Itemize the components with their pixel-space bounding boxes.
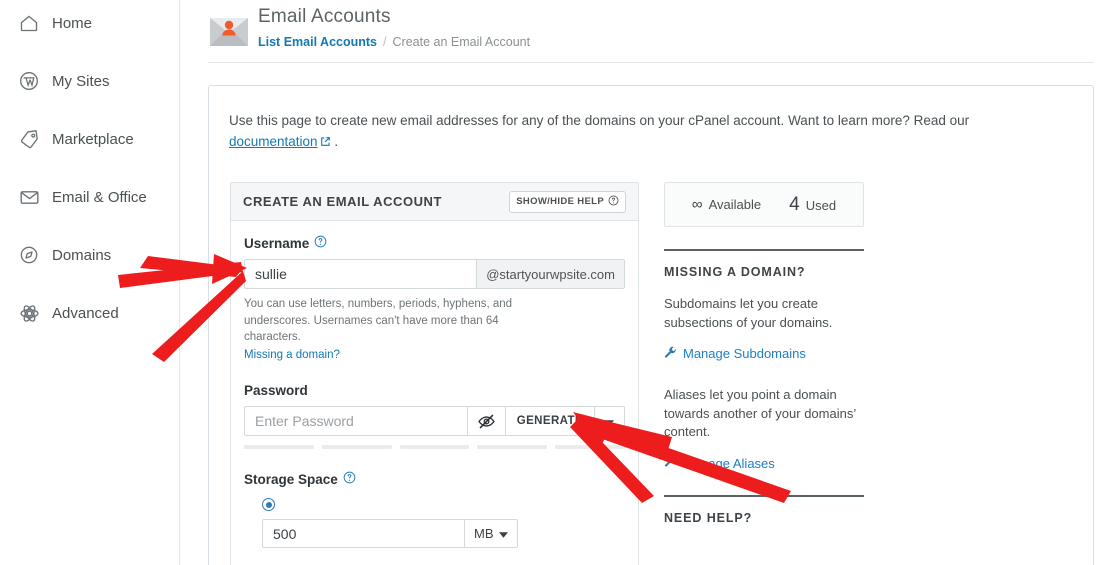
sidebar-item-label: Domains bbox=[52, 246, 112, 264]
storage-space-label-text: Storage Space bbox=[244, 471, 338, 487]
sidebar: Home My Sites Marketplace Email & Office… bbox=[0, 0, 180, 565]
page-header: Email Accounts List Email Accounts / Cre… bbox=[208, 6, 1094, 62]
manage-aliases-link[interactable]: Manage Aliases bbox=[664, 455, 1074, 471]
home-icon bbox=[18, 12, 40, 34]
email-account-icon bbox=[208, 12, 250, 50]
username-input[interactable] bbox=[244, 259, 477, 289]
documentation-link[interactable]: documentation bbox=[229, 134, 318, 149]
show-hide-help-button[interactable]: SHOW/HIDE HELP bbox=[509, 190, 626, 213]
rail-divider bbox=[664, 495, 864, 498]
storage-unit-value: MB bbox=[474, 526, 494, 542]
username-help-text: You can use letters, numbers, periods, h… bbox=[244, 298, 513, 344]
sidebar-item-label: Email & Office bbox=[52, 188, 147, 206]
breadcrumb: List Email Accounts / Create an Email Ac… bbox=[258, 35, 530, 49]
storage-space-field-group: Storage Space 500 MB bbox=[244, 471, 625, 565]
used-accounts: 4 Used bbox=[789, 194, 836, 216]
username-field-group: Username @startyourwpsite.com bbox=[244, 235, 625, 361]
create-email-account-panel: CREATE AN EMAIL ACCOUNT SHOW/HIDE HELP U… bbox=[230, 182, 639, 565]
breadcrumb-current: Create an Email Account bbox=[392, 35, 531, 49]
generate-options-dropdown-button[interactable] bbox=[595, 406, 625, 437]
strength-segment bbox=[477, 445, 548, 450]
envelope-icon bbox=[18, 186, 40, 208]
username-label-text: Username bbox=[244, 235, 310, 251]
infinity-icon: ∞ bbox=[691, 196, 703, 213]
caret-down-icon bbox=[605, 414, 614, 429]
rail-divider bbox=[664, 249, 864, 251]
strength-segment bbox=[399, 445, 470, 450]
available-accounts: ∞ Available bbox=[692, 196, 761, 213]
storage-unit-select[interactable]: MB bbox=[464, 519, 518, 549]
question-circle-icon[interactable] bbox=[314, 235, 327, 251]
password-field-group: Password GENERATE bbox=[244, 383, 625, 450]
domain-suffix-addon: @startyourwpsite.com bbox=[476, 259, 625, 289]
storage-space-label: Storage Space bbox=[244, 471, 625, 487]
sidebar-item-label: Home bbox=[52, 14, 93, 32]
storage-quota-radio[interactable] bbox=[262, 498, 275, 512]
sidebar-item-my-sites[interactable]: My Sites bbox=[0, 66, 179, 96]
question-circle-icon[interactable] bbox=[343, 471, 356, 487]
panel-body: Username @startyourwpsite.com bbox=[231, 221, 638, 565]
caret-down-icon bbox=[498, 526, 508, 541]
used-count: 4 bbox=[789, 193, 800, 215]
subdomain-description: Subdomains let you create subsections of… bbox=[664, 296, 833, 330]
intro-paragraph: Use this page to create new email addres… bbox=[229, 111, 999, 154]
available-label: Available bbox=[708, 197, 762, 212]
wrench-icon bbox=[664, 455, 677, 471]
intro-text-after: . bbox=[330, 133, 339, 149]
sidebar-item-advanced[interactable]: Advanced bbox=[0, 298, 179, 328]
sidebar-item-label: Advanced bbox=[52, 304, 119, 322]
missing-a-domain-link[interactable]: Missing a domain? bbox=[244, 349, 625, 361]
account-usage-box: ∞ Available 4 Used bbox=[664, 182, 864, 227]
question-circle-icon bbox=[608, 195, 619, 209]
side-rail: ∞ Available 4 Used MISSING A DOMAIN? Sub… bbox=[664, 182, 1074, 525]
wordpress-icon bbox=[18, 70, 40, 92]
wrench-icon bbox=[664, 346, 677, 362]
sidebar-item-label: Marketplace bbox=[52, 130, 134, 148]
strength-segment bbox=[244, 445, 314, 450]
manage-subdomains-label: Manage Subdomains bbox=[683, 346, 806, 362]
generate-password-button[interactable]: GENERATE bbox=[505, 406, 595, 437]
sidebar-item-email-office[interactable]: Email & Office bbox=[0, 182, 179, 212]
panel-title: CREATE AN EMAIL ACCOUNT bbox=[243, 194, 442, 209]
atom-icon bbox=[18, 302, 40, 324]
strength-segment bbox=[555, 445, 625, 450]
password-input-group: GENERATE bbox=[244, 406, 625, 437]
app-root: Home My Sites Marketplace Email & Office… bbox=[0, 0, 1114, 565]
sidebar-item-domains[interactable]: Domains bbox=[0, 240, 179, 270]
external-link-icon bbox=[320, 133, 331, 154]
alias-description: Aliases let you point a domain towards a… bbox=[664, 386, 856, 440]
username-input-group: @startyourwpsite.com bbox=[244, 259, 625, 289]
password-input[interactable] bbox=[244, 406, 468, 437]
password-strength-meter bbox=[244, 445, 625, 450]
storage-quota-input[interactable] bbox=[262, 519, 464, 549]
need-help-heading: NEED HELP? bbox=[664, 511, 753, 526]
password-label-text: Password bbox=[244, 383, 308, 399]
manage-aliases-label: Manage Aliases bbox=[683, 455, 775, 471]
username-label: Username bbox=[244, 235, 625, 251]
sidebar-item-label: My Sites bbox=[52, 72, 110, 90]
panel-header: CREATE AN EMAIL ACCOUNT SHOW/HIDE HELP bbox=[231, 183, 638, 221]
compass-icon bbox=[18, 244, 40, 266]
eye-slash-icon[interactable] bbox=[467, 406, 506, 437]
password-label: Password bbox=[244, 383, 625, 398]
strength-segment bbox=[321, 445, 392, 450]
page-header-text: Email Accounts List Email Accounts / Cre… bbox=[258, 6, 530, 49]
sidebar-item-marketplace[interactable]: Marketplace bbox=[0, 124, 179, 154]
breadcrumb-link-list-email-accounts[interactable]: List Email Accounts bbox=[258, 35, 377, 49]
breadcrumb-separator: / bbox=[383, 35, 387, 49]
sidebar-item-home[interactable]: Home bbox=[0, 8, 179, 38]
main-card: Use this page to create new email addres… bbox=[208, 85, 1094, 565]
header-divider bbox=[208, 62, 1094, 63]
used-label: Used bbox=[805, 197, 837, 213]
storage-quota-radio-row[interactable] bbox=[244, 498, 625, 512]
page-title: Email Accounts bbox=[258, 6, 391, 27]
intro-text-before: Use this page to create new email addres… bbox=[229, 113, 970, 128]
missing-domain-heading: MISSING A DOMAIN? bbox=[664, 265, 806, 279]
show-hide-help-label: SHOW/HIDE HELP bbox=[516, 196, 604, 207]
tag-icon bbox=[18, 128, 40, 150]
storage-quota-input-group: MB bbox=[262, 519, 518, 549]
manage-subdomains-link[interactable]: Manage Subdomains bbox=[664, 346, 1074, 362]
